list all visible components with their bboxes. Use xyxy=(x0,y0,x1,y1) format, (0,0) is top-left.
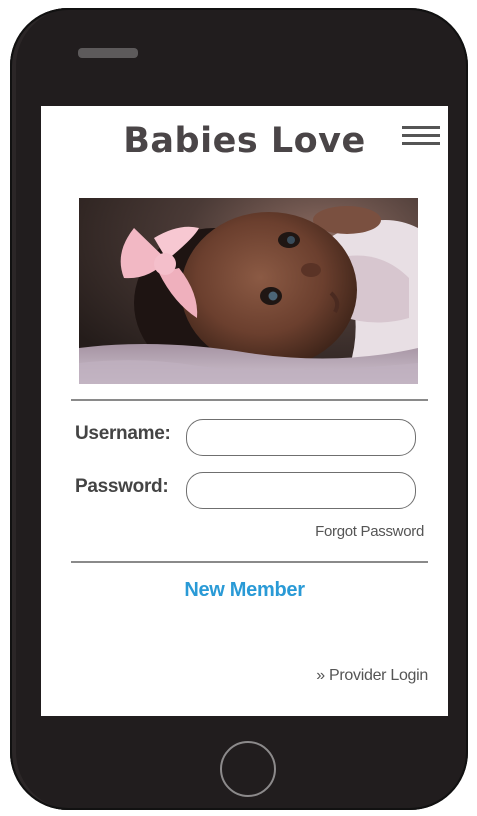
new-member-link[interactable]: New Member xyxy=(41,579,448,602)
phone-screen: Babies Love Username: Password: Forgot P… xyxy=(41,106,448,716)
speaker-grille xyxy=(78,48,138,58)
username-label: Username: xyxy=(75,423,171,444)
app-title: Babies Love xyxy=(123,121,366,161)
home-button[interactable] xyxy=(220,741,276,797)
password-label: Password: xyxy=(75,476,169,497)
password-input[interactable] xyxy=(186,472,416,509)
hamburger-menu-icon[interactable] xyxy=(402,126,440,152)
phone-frame: Babies Love Username: Password: Forgot P… xyxy=(10,8,468,810)
divider-bottom xyxy=(71,561,428,563)
forgot-password-link[interactable]: Forgot Password xyxy=(315,523,424,540)
divider-top xyxy=(71,399,428,401)
baby-photo-illustration xyxy=(79,198,418,384)
username-input[interactable] xyxy=(186,419,416,456)
provider-login-link[interactable]: » Provider Login xyxy=(316,667,428,685)
baby-photo xyxy=(79,198,418,384)
